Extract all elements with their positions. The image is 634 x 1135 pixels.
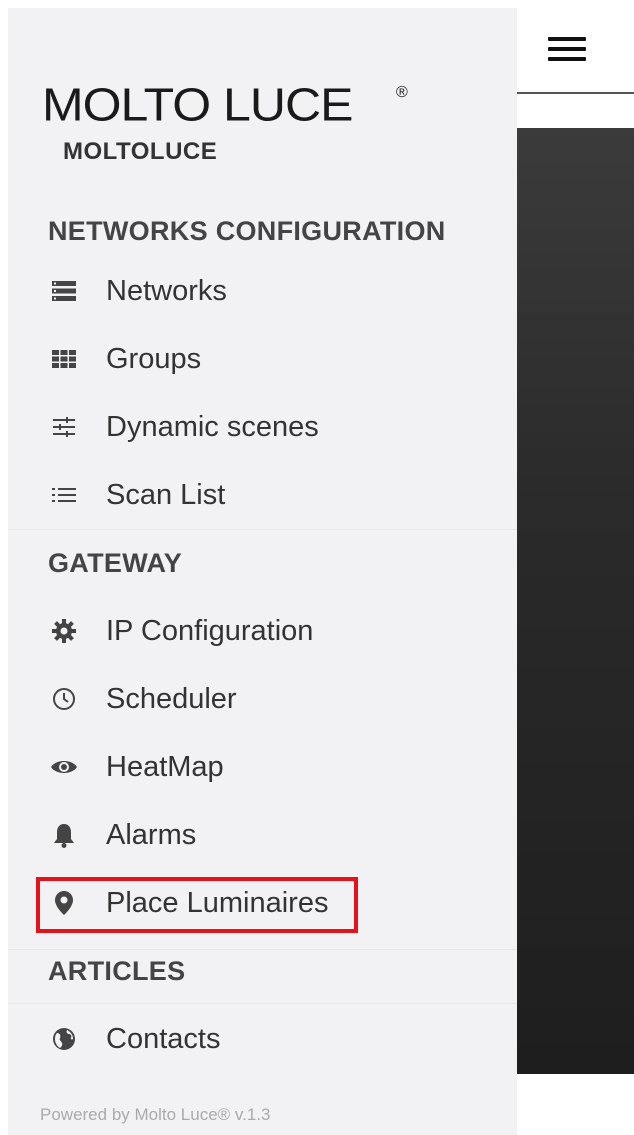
menu-label-networks: Networks: [106, 274, 227, 307]
registered-mark: ®: [396, 84, 408, 101]
menu-item-dynamic-scenes[interactable]: Dynamic scenes: [40, 403, 500, 451]
menu-item-alarms[interactable]: Alarms: [40, 811, 500, 859]
menu-item-scan-list[interactable]: Scan List: [40, 471, 500, 519]
powered-by-footer: Powered by Molto Luce® v.1.3: [40, 1105, 271, 1124]
server-list-icon: [48, 275, 80, 307]
hamburger-menu-icon[interactable]: [548, 34, 586, 64]
divider: [8, 1003, 517, 1004]
section-networks-configuration: NETWORKS CONFIGURATION: [48, 216, 446, 246]
menu-item-place-luminaires[interactable]: Place Luminaires: [40, 879, 500, 927]
menu-label-scan-list: Scan List: [106, 478, 226, 511]
eye-icon: [48, 751, 80, 783]
topbar-divider: [517, 92, 634, 94]
account-name: MOLTOLUCE: [63, 138, 218, 165]
main-content-area: [517, 128, 634, 1074]
menu-label-heatmap: HeatMap: [106, 750, 224, 783]
menu-label-contacts: Contacts: [106, 1022, 221, 1055]
globe-icon: [48, 1023, 80, 1055]
molto-luce-logo: MOLTO LUCE ®: [42, 79, 408, 138]
menu-item-ip-configuration[interactable]: IP Configuration: [40, 607, 500, 655]
menu-label-alarms: Alarms: [106, 818, 197, 851]
divider: [8, 949, 517, 950]
list-icon: [48, 479, 80, 511]
menu-item-contacts[interactable]: Contacts: [40, 1015, 500, 1063]
clock-icon: [48, 683, 80, 715]
menu-item-networks[interactable]: Networks: [40, 267, 500, 315]
divider: [8, 529, 517, 530]
app-screen: MOLTO LUCE ® MOLTOLUCE NETWORKS CONFIGUR…: [0, 0, 634, 1135]
bell-icon: [48, 819, 80, 851]
menu-item-groups[interactable]: Groups: [40, 335, 500, 383]
navigation-drawer: MOLTO LUCE ® MOLTOLUCE NETWORKS CONFIGUR…: [8, 8, 517, 1135]
grid-icon: [48, 343, 80, 375]
menu-label-place-luminaires: Place Luminaires: [106, 886, 329, 919]
menu-label-dynamic-scenes: Dynamic scenes: [106, 410, 319, 443]
map-pin-icon: [48, 887, 80, 919]
section-gateway: GATEWAY: [48, 548, 183, 578]
menu-label-ip-configuration: IP Configuration: [106, 614, 314, 647]
logo-text: MOLTO LUCE: [42, 79, 353, 131]
menu-item-heatmap[interactable]: HeatMap: [40, 743, 500, 791]
gear-icon: [48, 615, 80, 647]
section-articles: ARTICLES: [48, 956, 186, 986]
menu-label-groups: Groups: [106, 342, 202, 375]
menu-item-scheduler[interactable]: Scheduler: [40, 675, 500, 723]
menu-label-scheduler: Scheduler: [106, 682, 237, 715]
sliders-icon: [48, 411, 80, 443]
